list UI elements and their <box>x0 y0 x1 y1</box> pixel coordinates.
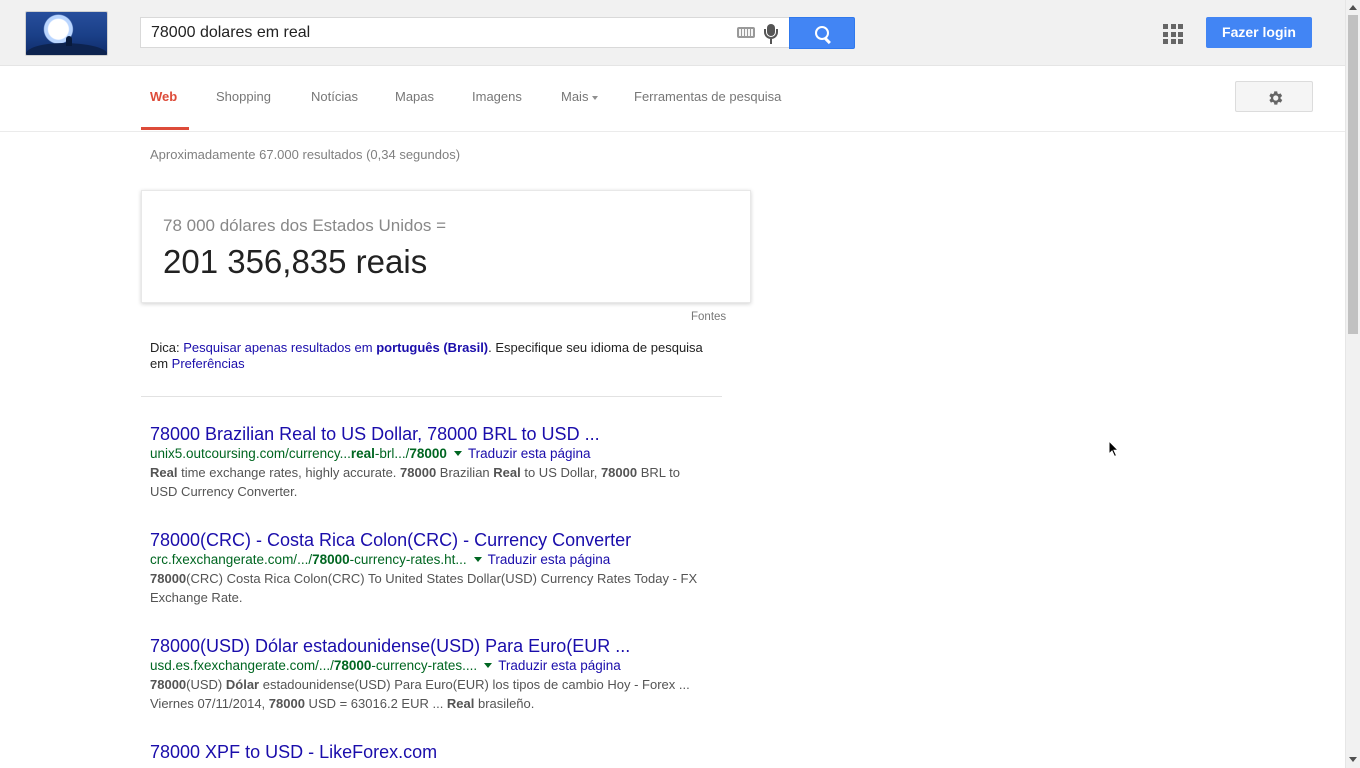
settings-button[interactable] <box>1235 81 1313 112</box>
keyboard-icon[interactable] <box>737 27 755 38</box>
search-input[interactable]: 78000 dolares em real <box>151 24 310 42</box>
search-result: 78000(USD) Dólar estadounidense(USD) Par… <box>150 635 710 713</box>
conversion-result: 201 356,835 reais <box>163 243 428 280</box>
result-snippet: 78000(CRC) Costa Rica Colon(CRC) To Unit… <box>150 569 710 607</box>
sign-in-button[interactable]: Fazer login <box>1206 17 1312 48</box>
vertical-scrollbar[interactable] <box>1345 0 1360 768</box>
search-box[interactable]: 78000 dolares em real <box>140 17 789 48</box>
preferences-link[interactable]: Preferências <box>172 356 245 371</box>
snippet-bold: 78000 <box>268 696 305 711</box>
result-url: unix5.outcoursing.com/currency...real-br… <box>150 445 710 463</box>
snippet-text: (USD) <box>186 677 226 692</box>
url-part: -currency-rates.... <box>371 658 478 673</box>
tab-search-tools[interactable]: Ferramentas de pesquisa <box>634 66 781 130</box>
result-url: usd.es.fxexchangerate.com/.../78000-curr… <box>150 657 710 675</box>
conversion-source: 78 000 dólares dos Estados Unidos = <box>163 216 447 235</box>
result-title-link[interactable]: 78000 Brazilian Real to US Dollar, 78000… <box>150 423 710 445</box>
url-part-bold: 78000 <box>333 658 372 673</box>
chevron-down-icon[interactable] <box>473 556 482 562</box>
url-part: usd.es.fxexchangerate.com/.../ <box>150 658 334 673</box>
snippet-bold: Real <box>150 465 178 480</box>
tab-maps[interactable]: Mapas <box>395 66 434 130</box>
snippet-bold: 78000 <box>150 571 187 586</box>
apps-grid-icon[interactable] <box>1163 24 1183 44</box>
gear-icon <box>1269 91 1283 105</box>
scroll-up-arrow-icon[interactable] <box>1349 5 1357 10</box>
url-part: -brl.../ <box>374 446 410 461</box>
top-bar: 78000 dolares em real Fazer login <box>0 0 1345 66</box>
url-part: -currency-rates.ht... <box>349 552 467 567</box>
chevron-down-icon[interactable] <box>453 450 462 456</box>
tab-news[interactable]: Notícias <box>311 66 358 130</box>
chevron-down-icon <box>592 95 599 100</box>
search-result: 78000 XPF to USD - LikeForex.com <box>150 741 710 763</box>
language-link-text: Pesquisar apenas resultados em <box>183 340 377 355</box>
tab-more[interactable]: Mais <box>561 66 599 130</box>
snippet-bold: 78000 <box>600 465 638 480</box>
tab-web[interactable]: Web <box>150 66 177 130</box>
search-tabs: Web Shopping Notícias Mapas Imagens Mais… <box>0 66 1345 132</box>
active-tab-indicator <box>141 127 189 130</box>
result-snippet: Real time exchange rates, highly accurat… <box>150 463 710 501</box>
google-doodle-logo[interactable] <box>25 11 108 56</box>
currency-converter-card: 78 000 dólares dos Estados Unidos = 201 … <box>141 190 751 303</box>
result-snippet: 78000(USD) Dólar estadounidense(USD) Par… <box>150 675 710 713</box>
translate-link[interactable]: Traduzir esta página <box>488 552 611 567</box>
translate-link[interactable]: Traduzir esta página <box>468 446 591 461</box>
snippet-text: (CRC) Costa Rica Colon(CRC) To United St… <box>150 571 698 605</box>
snippet-text: time exchange rates, highly accurate. <box>177 465 401 480</box>
search-result: 78000 Brazilian Real to US Dollar, 78000… <box>150 423 710 501</box>
result-url: crc.fxexchangerate.com/.../78000-currenc… <box>150 551 710 569</box>
snippet-bold: 78000 <box>150 677 187 692</box>
snippet-text: brasileño. <box>474 696 535 711</box>
search-result: 78000(CRC) - Costa Rica Colon(CRC) - Cur… <box>150 529 710 607</box>
hint-prefix: Dica: <box>150 340 184 355</box>
result-title-link[interactable]: 78000 XPF to USD - LikeForex.com <box>150 741 710 763</box>
microphone-icon[interactable] <box>764 24 778 44</box>
result-title-link[interactable]: 78000(CRC) - Costa Rica Colon(CRC) - Cur… <box>150 529 710 551</box>
language-only-link[interactable]: Pesquisar apenas resultados em português… <box>183 340 488 355</box>
snippet-bold: Real <box>493 465 521 480</box>
snippet-bold: 78000 <box>400 465 437 480</box>
snippet-text: USD = 63016.2 EUR ... <box>304 696 447 711</box>
translate-link[interactable]: Traduzir esta página <box>498 658 621 673</box>
scrollbar-thumb[interactable] <box>1348 15 1358 334</box>
snippet-bold: Real <box>446 696 475 711</box>
scroll-down-arrow-icon[interactable] <box>1349 757 1357 762</box>
chevron-down-icon[interactable] <box>484 662 493 668</box>
result-title-link[interactable]: 78000(USD) Dólar estadounidense(USD) Par… <box>150 635 710 657</box>
url-part-bold: real <box>350 446 375 461</box>
url-part-bold: 78000 <box>409 446 447 461</box>
language-hint: Dica: Pesquisar apenas resultados em por… <box>150 340 720 372</box>
snippet-bold: Dólar <box>225 677 260 692</box>
tab-shopping[interactable]: Shopping <box>216 66 271 130</box>
url-part: unix5.outcoursing.com/currency... <box>150 446 351 461</box>
url-part: crc.fxexchangerate.com/.../ <box>150 552 313 567</box>
sources-link[interactable]: Fontes <box>691 311 726 323</box>
tab-images[interactable]: Imagens <box>472 66 522 130</box>
search-button[interactable] <box>789 17 855 49</box>
url-part-bold: 78000 <box>312 552 350 567</box>
mouse-cursor-icon <box>1108 440 1120 458</box>
divider <box>141 396 722 397</box>
snippet-text: Brazilian <box>436 465 494 480</box>
result-stats: Aproximadamente 67.000 resultados (0,34 … <box>150 147 461 162</box>
snippet-text: to US Dollar, <box>520 465 601 480</box>
tab-more-label: Mais <box>561 89 589 104</box>
language-name: português (Brasil) <box>376 340 489 355</box>
